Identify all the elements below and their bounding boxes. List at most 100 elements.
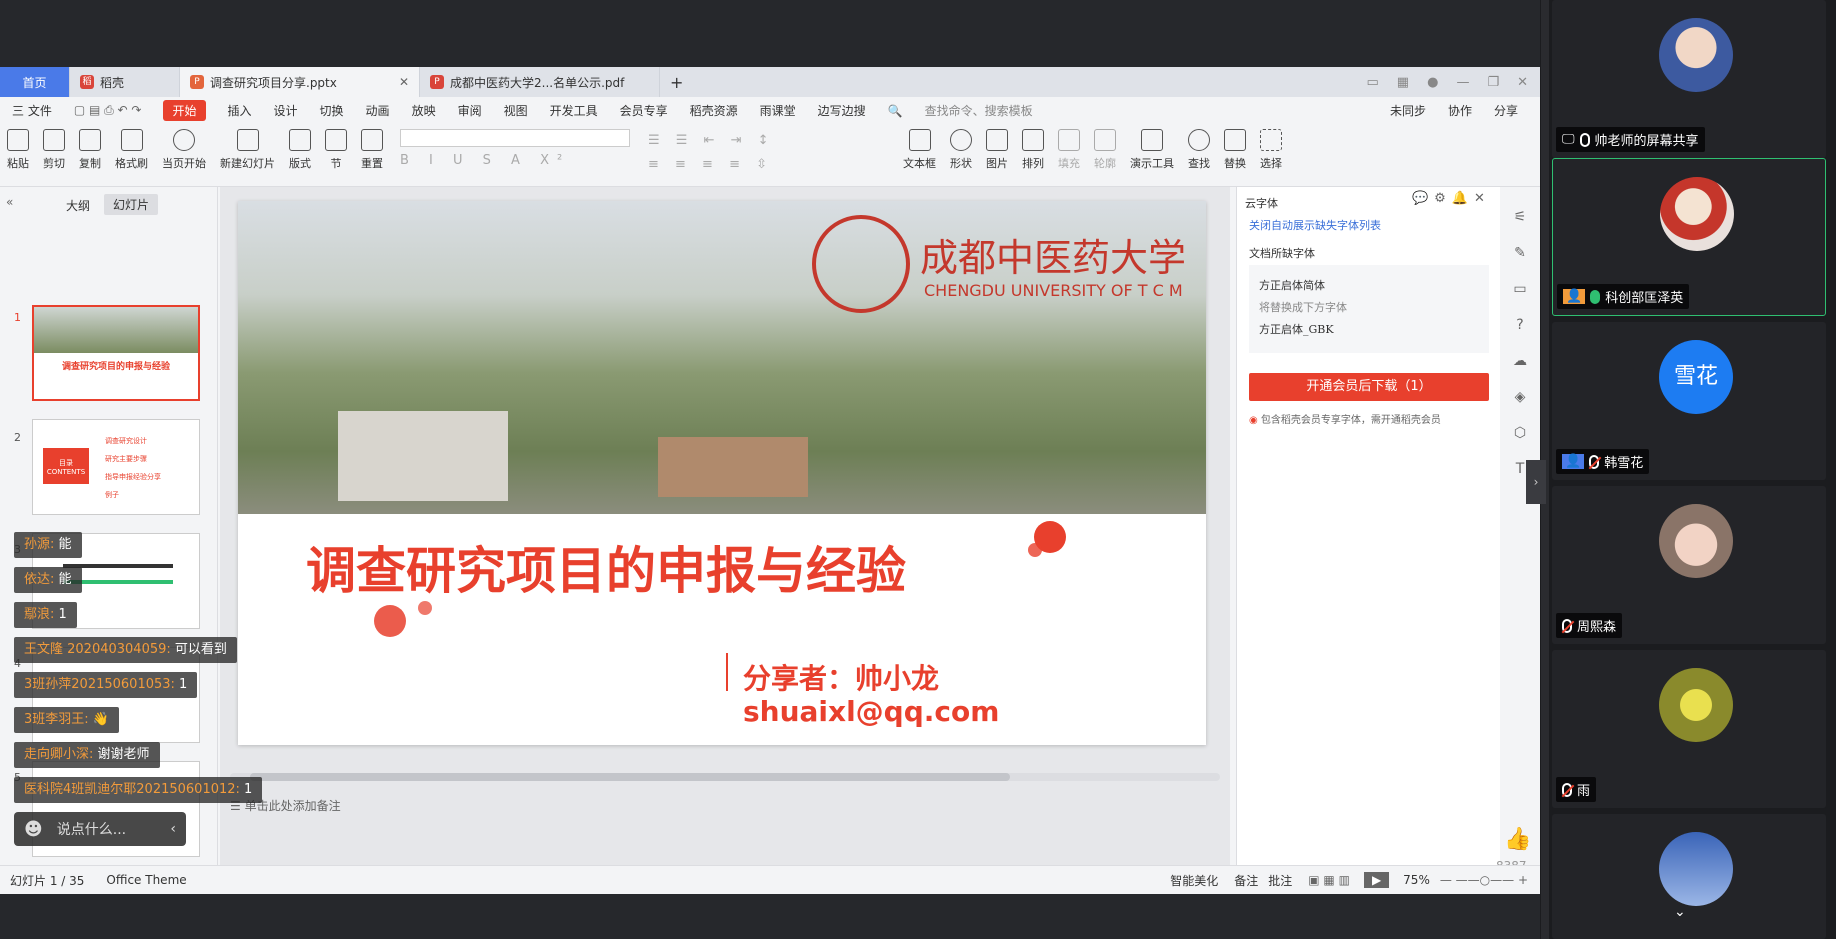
sync-status[interactable]: 未同步 bbox=[1390, 102, 1426, 119]
avatar[interactable]: ● bbox=[1427, 75, 1438, 90]
outline-button[interactable]: 轮廓 bbox=[1094, 129, 1116, 171]
file-menu[interactable]: 三 文件 bbox=[12, 102, 52, 119]
thumbs-up-icon[interactable]: 👍 bbox=[1504, 827, 1534, 857]
menu-transition[interactable]: 切换 bbox=[320, 102, 344, 119]
fill-button[interactable]: 填充 bbox=[1058, 129, 1080, 171]
participant-tile[interactable]: 👤 科创部匡泽英 bbox=[1552, 158, 1826, 316]
menu-slideshow[interactable]: 放映 bbox=[412, 102, 436, 119]
copy-icon bbox=[79, 129, 101, 151]
paste-button[interactable]: 粘贴 bbox=[7, 129, 29, 171]
panel-header: 云字体 bbox=[1245, 197, 1278, 210]
font-style-icons[interactable]: B I U S A X² bbox=[400, 153, 630, 168]
beautify-button[interactable]: 智能美化 bbox=[1170, 872, 1218, 889]
chat-input[interactable]: ☻ 说点什么... ‹ bbox=[14, 812, 186, 846]
participant-tile[interactable]: 周熙森 bbox=[1552, 486, 1826, 644]
comment-button[interactable]: 批注 bbox=[1268, 872, 1292, 889]
close-tab-icon[interactable]: ✕ bbox=[399, 75, 409, 89]
chat-sender: 依达: bbox=[24, 572, 55, 587]
menu-rain[interactable]: 雨课堂 bbox=[760, 102, 796, 119]
horizontal-scrollbar[interactable] bbox=[230, 773, 1220, 781]
reset-button[interactable]: 重置 bbox=[361, 129, 383, 171]
play-slideshow-icon[interactable]: ▶ bbox=[1363, 872, 1390, 888]
tab-pdf-label: 成都中医药大学2...名单公示.pdf bbox=[450, 75, 625, 90]
participant-tile[interactable]: 雪花 👤 韩雪花 bbox=[1552, 322, 1826, 480]
menu-animation[interactable]: 动画 bbox=[366, 102, 390, 119]
play-current-label: 当页开始 bbox=[162, 157, 206, 170]
scroll-thumb[interactable] bbox=[250, 773, 1010, 781]
tab-pdf[interactable]: P 成都中医药大学2...名单公示.pdf bbox=[420, 67, 660, 97]
share-button[interactable]: 分享 bbox=[1494, 102, 1518, 119]
menu-design[interactable]: 设计 bbox=[274, 102, 298, 119]
chat-text: 1 bbox=[244, 782, 253, 797]
minimize-icon[interactable]: — bbox=[1456, 75, 1469, 90]
section-button[interactable]: 节 bbox=[325, 129, 347, 171]
select-button[interactable]: 选择 bbox=[1260, 129, 1282, 171]
zoom-slider[interactable]: — ——○—— + bbox=[1440, 873, 1528, 887]
slide-thumb-1[interactable]: 调查研究项目的申报与经验 bbox=[32, 305, 200, 401]
cut-button[interactable]: 剪切 bbox=[43, 129, 65, 171]
arrange-button[interactable]: 排列 bbox=[1022, 129, 1044, 171]
collab-button[interactable]: 协作 bbox=[1448, 102, 1472, 119]
scroll-down-icon[interactable]: ⌄ bbox=[1674, 904, 1686, 920]
menu-view[interactable]: 视图 bbox=[504, 102, 528, 119]
wps-window: 首页 稻稻壳 P 调查研究项目分享.pptx ✕ P 成都中医药大学2...名单公示.… bbox=[0, 67, 1540, 900]
new-tab-button[interactable]: + bbox=[660, 67, 693, 97]
tab-pptx[interactable]: P 调查研究项目分享.pptx ✕ bbox=[180, 67, 420, 97]
panel-tools-icon[interactable]: 💬⚙🔔✕ bbox=[1412, 191, 1491, 206]
download-font-button[interactable]: 开通会员后下载（1） bbox=[1249, 373, 1489, 401]
slide-thumb-2[interactable]: 目录 CONTENTS 调查研究设计 研究主要步骤 指导申报经验分享 例子 bbox=[32, 419, 200, 515]
tab-home[interactable]: 首页 bbox=[0, 67, 70, 97]
replace-button[interactable]: 替换 bbox=[1224, 129, 1246, 171]
slide-canvas[interactable]: 成都中医药大学 CHENGDU UNIVERSITY OF T C M 调查研究… bbox=[238, 201, 1206, 745]
menu-insert[interactable]: 插入 bbox=[228, 102, 252, 119]
picture-button[interactable]: 图片 bbox=[986, 129, 1008, 171]
present-tools-button[interactable]: 演示工具 bbox=[1130, 129, 1174, 171]
copy-label: 复制 bbox=[79, 157, 101, 170]
pdf-icon: P bbox=[430, 75, 444, 89]
participant-name: 雨 bbox=[1577, 784, 1591, 799]
gate-image bbox=[658, 437, 808, 497]
search-command[interactable]: 🔍 查找命令、搜索模板 bbox=[888, 102, 1055, 119]
participant-tile[interactable]: 雨 bbox=[1552, 650, 1826, 808]
menu-start[interactable]: 开始 bbox=[163, 99, 206, 121]
emoji-icon[interactable]: ☻ bbox=[24, 819, 43, 840]
find-button[interactable]: 查找 bbox=[1188, 129, 1210, 171]
close-window-icon[interactable]: ✕ bbox=[1517, 75, 1528, 90]
menu-docer[interactable]: 稻壳资源 bbox=[690, 102, 738, 119]
tab-slides[interactable]: 幻灯片 bbox=[104, 194, 159, 215]
new-slide-button[interactable]: 新建幻灯片 bbox=[220, 129, 275, 171]
quick-tools-icon[interactable]: ▢ ▤ ⎙ ↶ ↷ bbox=[74, 103, 142, 118]
play-current-button[interactable]: 当页开始 bbox=[162, 129, 206, 171]
collapse-sidebar-icon[interactable]: « bbox=[6, 195, 13, 209]
mic-icon bbox=[1579, 132, 1590, 147]
collapse-chat-icon[interactable]: ‹ bbox=[170, 821, 176, 837]
font-name-select[interactable] bbox=[400, 129, 630, 147]
menu-review[interactable]: 审阅 bbox=[458, 102, 482, 119]
participant-name: 帅老师的屏幕共享 bbox=[1594, 134, 1699, 149]
layout-button[interactable]: 版式 bbox=[289, 129, 311, 171]
menu-developer[interactable]: 开发工具 bbox=[550, 102, 598, 119]
grid-icon[interactable]: ▦ bbox=[1397, 75, 1409, 90]
shape-button[interactable]: 形状 bbox=[950, 129, 972, 171]
menu-writesearch[interactable]: 边写边搜 bbox=[818, 102, 866, 119]
thumb-list: 调查研究设计 研究主要步骤 指导申报经验分享 例子 bbox=[105, 432, 161, 504]
tab-docer[interactable]: 稻稻壳 bbox=[70, 67, 180, 97]
expand-panel-icon[interactable]: › bbox=[1526, 460, 1546, 504]
layout-label: 版式 bbox=[289, 157, 311, 170]
restore-icon[interactable]: ❐ bbox=[1487, 75, 1499, 90]
participant-tile[interactable]: 🖵 帅老师的屏幕共享 bbox=[1552, 0, 1826, 158]
zoom-level[interactable]: 75% bbox=[1403, 873, 1430, 887]
toggle-font-list-link[interactable]: 关闭自动展示缺失字体列表 bbox=[1249, 217, 1381, 233]
format-painter-button[interactable]: 格式刷 bbox=[115, 129, 148, 171]
participant-tile[interactable]: ⌄ bbox=[1552, 814, 1826, 939]
side-tool-icons[interactable]: ⚟ ✎ ▭? ☁ ◈ ⬡ T bbox=[1500, 187, 1540, 487]
view-mode-icons[interactable]: ▣ ▦ ▥ bbox=[1308, 873, 1350, 887]
paragraph-controls[interactable]: ☰ ☰ ⇤ ⇥ ↕ ≡ ≡ ≡ ≡ ⇳ bbox=[648, 129, 888, 179]
menu-member[interactable]: 会员专享 bbox=[620, 102, 668, 119]
outline-label: 轮廓 bbox=[1094, 157, 1116, 170]
window-layout-icon[interactable]: ▭ bbox=[1367, 75, 1379, 90]
textbox-button[interactable]: 文本框 bbox=[903, 129, 936, 171]
notes-button[interactable]: 备注 bbox=[1234, 872, 1258, 889]
tab-outline[interactable]: 大纲 bbox=[66, 197, 90, 214]
copy-button[interactable]: 复制 bbox=[79, 129, 101, 171]
